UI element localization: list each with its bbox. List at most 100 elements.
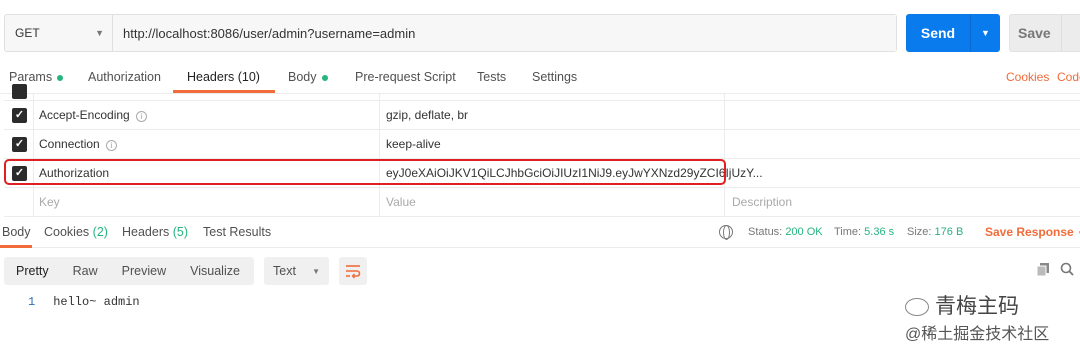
send-label: Send [920, 25, 956, 41]
request-bar: GET ▼ http://localhost:8086/user/admin?u… [4, 14, 897, 52]
info-icon[interactable]: i [135, 111, 147, 122]
checkbox-cell [4, 188, 34, 216]
request-tabs: Params Authorization Headers (10) Body P… [0, 62, 1080, 94]
watermark-subtitle: @稀土掘金技术社区 [905, 326, 1050, 343]
divider [379, 93, 380, 100]
tab-label: Headers [122, 225, 170, 239]
tab-tests[interactable]: Tests [477, 70, 506, 84]
tab-label: Params [9, 70, 53, 84]
wrap-lines-button[interactable] [339, 257, 367, 285]
header-key-text: Accept-Encoding [39, 108, 130, 122]
header-key[interactable]: Accept-Encoding i [39, 108, 147, 122]
tab-label: Authorization [88, 70, 161, 84]
size-label: Size: [907, 226, 932, 238]
chevron-down-icon: ▼ [312, 266, 320, 276]
code-link[interactable]: Code [1057, 70, 1080, 84]
status-dot [57, 74, 64, 81]
view-preview[interactable]: Preview [110, 264, 178, 278]
checkbox-cell: ✓ [4, 101, 34, 129]
tab-headers[interactable]: Headers (10) [187, 70, 260, 84]
table-row-partial [4, 84, 1080, 101]
tab-label: Body [288, 70, 317, 84]
header-value[interactable]: gzip, deflate, br [386, 108, 468, 122]
table-row: ✓ Connection i keep-alive [4, 130, 1080, 159]
checkbox-icon[interactable]: ✓ [12, 108, 27, 123]
description-input[interactable]: Description [732, 195, 792, 209]
view-raw[interactable]: Raw [61, 264, 110, 278]
status-label: Status: [748, 226, 783, 238]
save-button[interactable]: Save [1009, 14, 1080, 52]
divider [724, 188, 725, 216]
send-button[interactable]: Send ▼ [906, 14, 1000, 52]
save-response-label: Save Response [985, 225, 1074, 239]
method-label: GET [15, 26, 40, 40]
count-badge: (5) [172, 225, 189, 239]
url-input[interactable]: http://localhost:8086/user/admin?usernam… [113, 15, 896, 51]
tab-pre-request-script[interactable]: Pre-request Script [355, 70, 456, 84]
status-readout: Status: 200 OK [748, 226, 823, 238]
chevron-down-icon: ▼ [95, 28, 104, 38]
watermark-line1: 青梅主码 [935, 295, 1019, 318]
checkbox-cell: ✓ [4, 130, 34, 158]
tab-body[interactable]: Body [288, 70, 328, 84]
wrap-lines-icon [346, 265, 361, 279]
tab-label: Pre-request Script [355, 70, 456, 84]
format-select[interactable]: Text ▼ [264, 257, 329, 285]
highlight-box [4, 159, 726, 185]
divider [724, 130, 725, 158]
response-text: hello~ admin [53, 295, 140, 309]
format-label: Text [273, 264, 296, 278]
status-value: 200 OK [785, 226, 823, 238]
tab-response-cookies[interactable]: Cookies (2) [44, 225, 108, 239]
time-value: 5.36 s [864, 226, 895, 238]
chevron-down-icon[interactable]: ▼ [971, 28, 1000, 38]
tab-label: Settings [532, 70, 578, 84]
checkbox-icon[interactable] [12, 84, 27, 99]
checkbox-cell [4, 84, 34, 100]
divider [379, 188, 380, 216]
response-view-switcher: Pretty Raw Preview Visualize [4, 257, 254, 285]
size-readout: Size: 176 B [907, 226, 963, 238]
tab-label: Test Results [203, 225, 272, 239]
tab-authorization[interactable]: Authorization [88, 70, 161, 84]
tab-test-results[interactable]: Test Results [203, 225, 271, 239]
method-select[interactable]: GET ▼ [5, 15, 113, 51]
search-icon[interactable] [1060, 262, 1074, 276]
tab-settings[interactable]: Settings [532, 70, 577, 84]
tab-label: Tests [477, 70, 507, 84]
time-readout: Time: 5.36 s [834, 226, 894, 238]
response-body-line: 1 hello~ admin [28, 295, 140, 309]
value-input[interactable]: Value [386, 195, 416, 209]
save-response-button[interactable]: Save Response ▼ [985, 225, 1080, 239]
cookies-link[interactable]: Cookies [1006, 70, 1049, 84]
table-row-new: Key Value Description [4, 188, 1080, 217]
checkbox-icon[interactable]: ✓ [12, 137, 27, 152]
header-key[interactable]: Connection i [39, 137, 117, 151]
tab-params[interactable]: Params [9, 70, 64, 84]
response-bar: Body Cookies (2) Headers (5) Test Result… [0, 218, 1080, 248]
header-value[interactable]: keep-alive [386, 137, 441, 151]
header-key-text: Connection [39, 137, 100, 151]
copy-icon[interactable] [1036, 262, 1050, 276]
table-row: ✓ Accept-Encoding i gzip, deflate, br [4, 101, 1080, 130]
divider [379, 101, 380, 129]
info-icon[interactable]: i [105, 140, 117, 151]
status-dot [321, 74, 328, 81]
tab-response-body[interactable]: Body [2, 225, 31, 239]
active-tab-indicator [0, 245, 32, 248]
watermark-title: 青梅主码 [905, 290, 1019, 320]
tab-label: Body [2, 225, 31, 239]
globe-icon[interactable] [719, 225, 733, 240]
tab-label: Cookies [44, 225, 90, 239]
tab-label: Headers (10) [187, 70, 260, 84]
count-badge: (2) [92, 225, 108, 239]
tab-response-headers[interactable]: Headers (5) [122, 225, 188, 239]
divider [724, 101, 725, 129]
view-pretty[interactable]: Pretty [4, 264, 61, 278]
divider [379, 130, 380, 158]
divider [1060, 15, 1062, 51]
view-visualize[interactable]: Visualize [178, 264, 252, 278]
divider [724, 93, 725, 100]
key-input[interactable]: Key [39, 195, 60, 209]
size-value: 176 B [934, 226, 964, 238]
